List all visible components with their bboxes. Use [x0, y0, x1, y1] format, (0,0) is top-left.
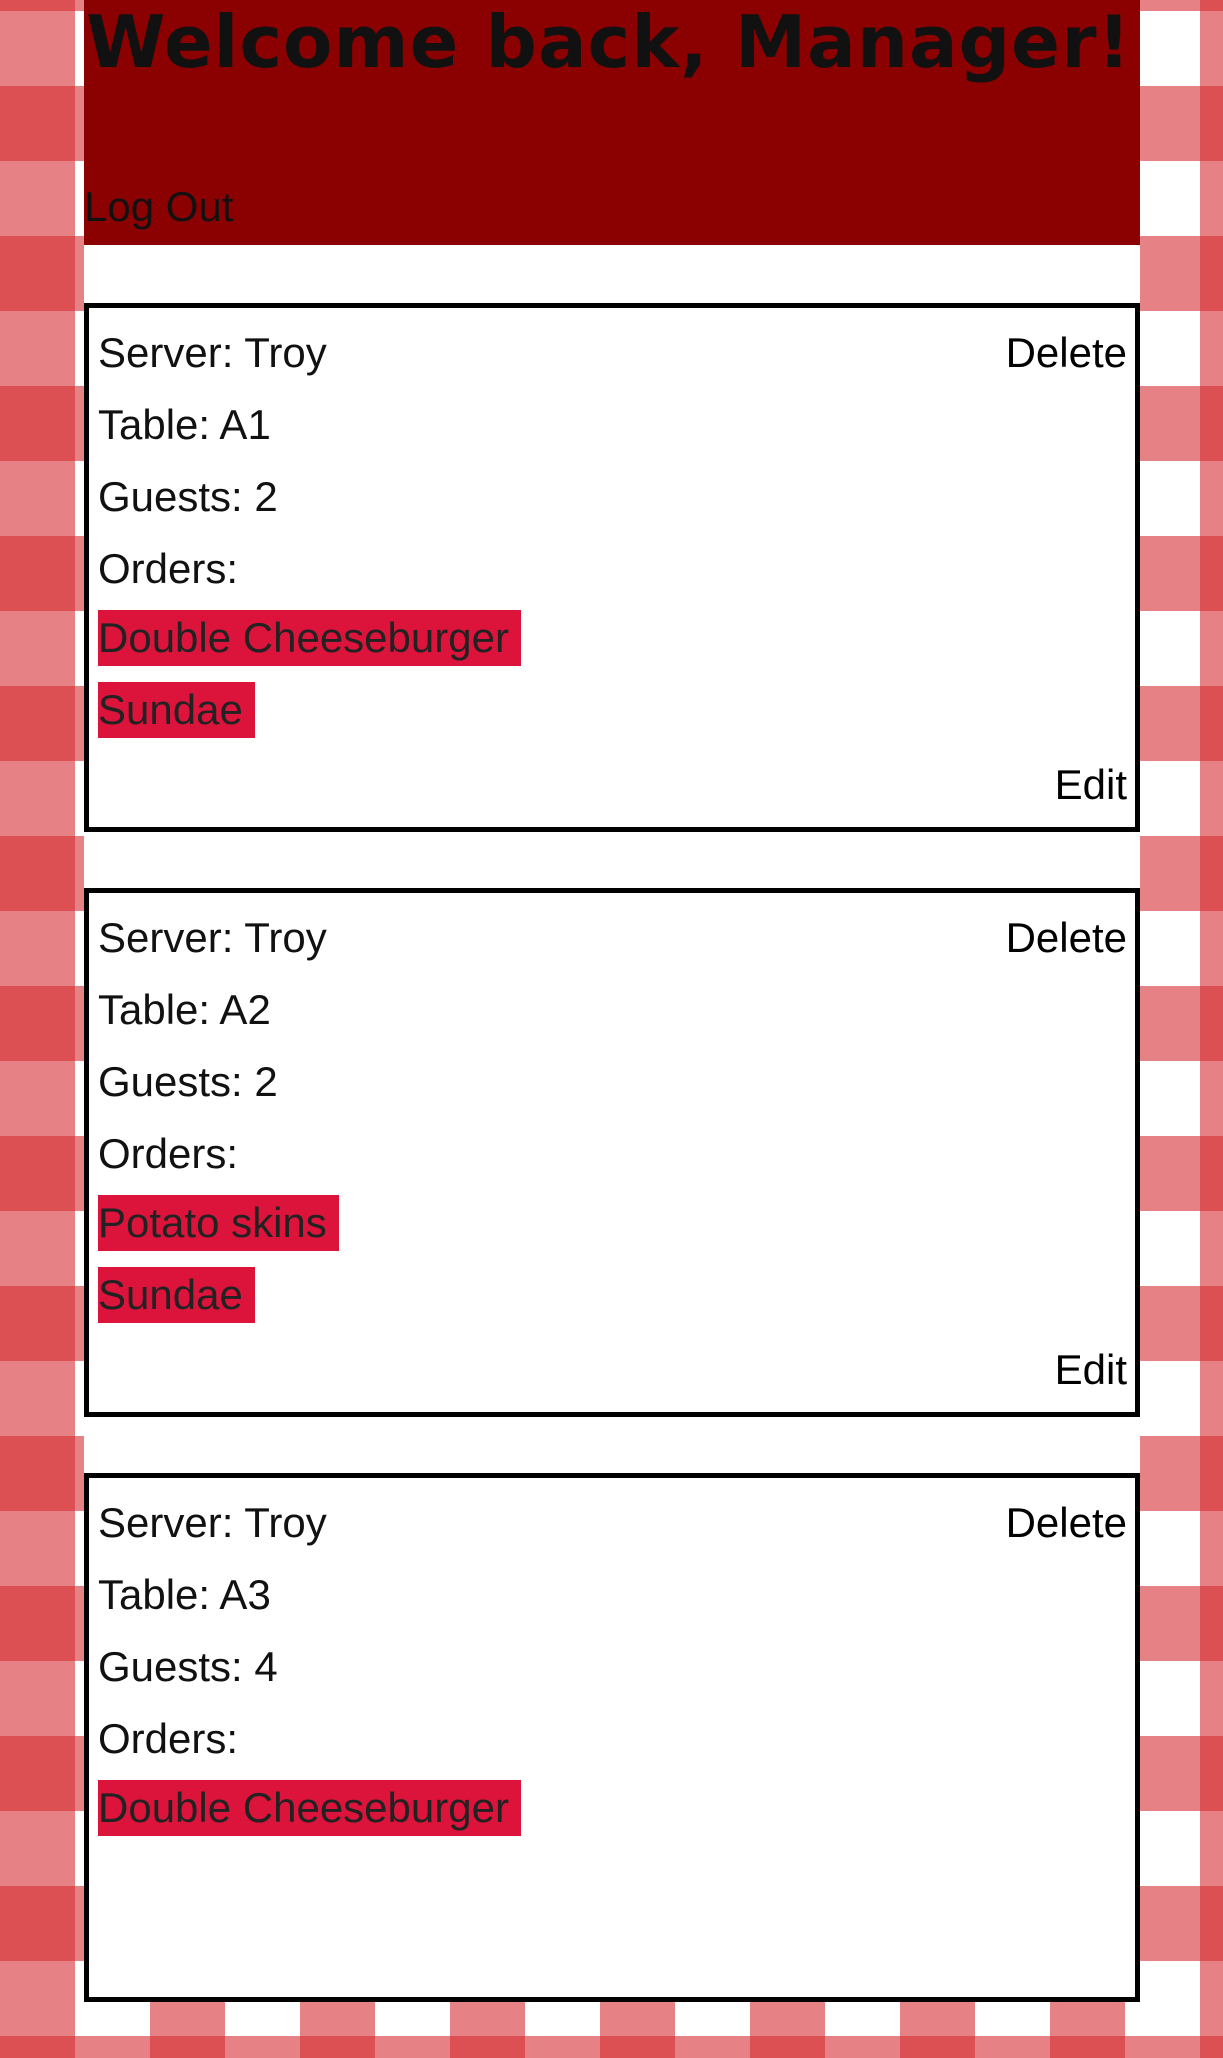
- table-card: Server: Troy Delete Table: A1 Guests: 2 …: [84, 303, 1140, 832]
- order-item[interactable]: Sundae: [98, 682, 255, 738]
- page-container: Welcome back, Manager! Log Out Server: T…: [84, 0, 1140, 2002]
- table-list: Server: Troy Delete Table: A1 Guests: 2 …: [84, 303, 1140, 2058]
- delete-button[interactable]: Delete: [1006, 332, 1127, 374]
- guest-count: Guests: 2: [98, 1058, 278, 1105]
- order-item[interactable]: Potato skins: [98, 1195, 339, 1251]
- table-number: Table: A2: [98, 986, 271, 1033]
- server-name: Server: Troy: [98, 1499, 327, 1546]
- delete-button[interactable]: Delete: [1006, 917, 1127, 959]
- welcome-header: Welcome back, Manager! Log Out: [84, 0, 1140, 245]
- edit-button[interactable]: Edit: [1055, 764, 1127, 806]
- orders-label: Orders:: [98, 1715, 239, 1762]
- edit-button[interactable]: Edit: [1055, 1349, 1127, 1391]
- guest-count: Guests: 4: [98, 1643, 278, 1690]
- guest-count: Guests: 2: [98, 473, 278, 520]
- logout-link[interactable]: Log Out: [84, 186, 233, 228]
- delete-button[interactable]: Delete: [1006, 1502, 1127, 1544]
- table-number: Table: A3: [98, 1571, 271, 1618]
- orders-label: Orders:: [98, 545, 239, 592]
- order-item[interactable]: Double Cheeseburger: [98, 610, 521, 666]
- order-item[interactable]: Sundae: [98, 1267, 255, 1323]
- table-number: Table: A1: [98, 401, 271, 448]
- orders-label: Orders:: [98, 1130, 239, 1177]
- table-card: Server: Troy Delete Table: A2 Guests: 2 …: [84, 888, 1140, 1417]
- table-card: Server: Troy Delete Table: A3 Guests: 4 …: [84, 1473, 1140, 2002]
- server-name: Server: Troy: [98, 329, 327, 376]
- server-name: Server: Troy: [98, 914, 327, 961]
- page-title: Welcome back, Manager!: [86, 0, 1132, 84]
- order-item[interactable]: Double Cheeseburger: [98, 1780, 521, 1836]
